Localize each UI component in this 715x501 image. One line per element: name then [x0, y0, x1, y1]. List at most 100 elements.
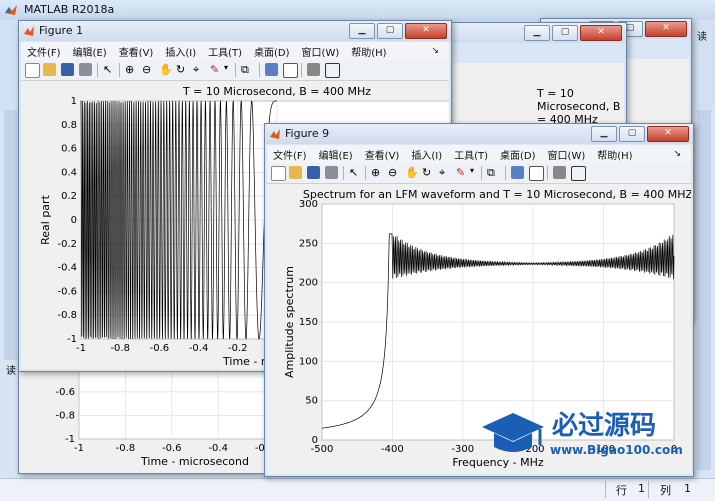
- minimize-button[interactable]: ▁: [591, 126, 617, 142]
- row-value: 1: [638, 482, 645, 495]
- save-icon[interactable]: [61, 63, 74, 76]
- colorbar-icon[interactable]: [265, 63, 278, 76]
- minimize-button[interactable]: ▁: [524, 25, 550, 41]
- status-bar: 行 1 列 1: [0, 478, 715, 501]
- menu-desktop[interactable]: 桌面(D): [494, 145, 542, 162]
- hide-tools-icon[interactable]: [553, 166, 566, 179]
- menu-help[interactable]: 帮助(H): [345, 42, 392, 59]
- menu-window[interactable]: 窗口(W): [296, 42, 346, 59]
- edit-plot-icon[interactable]: ↖: [349, 166, 362, 179]
- new-figure-icon[interactable]: [25, 63, 40, 78]
- y-tick-label: -1: [67, 334, 77, 345]
- figure-icon: [270, 129, 280, 139]
- y-tick-label: 100: [299, 356, 318, 367]
- col-label: 列: [660, 484, 671, 497]
- print-icon[interactable]: [79, 63, 92, 76]
- hide-tools-icon[interactable]: [307, 63, 320, 76]
- figure-icon: [24, 26, 34, 36]
- y-axis-label: Real part: [39, 194, 52, 244]
- figure1-title-bar[interactable]: Figure 1 ▁ ▢ ✕: [19, 21, 451, 41]
- save-icon[interactable]: [307, 166, 320, 179]
- x-tick-label: -0.4: [208, 443, 228, 454]
- menu-help[interactable]: 帮助(H): [591, 145, 638, 162]
- menu-desktop[interactable]: 桌面(D): [248, 42, 296, 59]
- menu-file[interactable]: 文件(F): [267, 145, 313, 162]
- menu-file[interactable]: 文件(F): [21, 42, 67, 59]
- pan-icon[interactable]: ✋: [159, 63, 173, 76]
- menu-edit[interactable]: 编辑(E): [313, 145, 359, 162]
- data-cursor-icon[interactable]: ⌖: [193, 63, 206, 76]
- menu-insert[interactable]: 插入(I): [159, 42, 202, 59]
- y-tick-label: -0.6: [55, 387, 75, 398]
- zoom-out-icon[interactable]: ⊖: [142, 63, 155, 76]
- minimize-button[interactable]: ▁: [349, 23, 375, 39]
- matlab-title-bar[interactable]: MATLAB R2018a: [0, 0, 715, 20]
- open-file-icon[interactable]: [289, 166, 302, 179]
- maximize-button[interactable]: ▢: [619, 126, 645, 142]
- back-plot-title: T = 10 Microsecond, B = 400 MHz: [537, 87, 621, 126]
- y-tick-label: -0.6: [57, 286, 77, 297]
- open-file-icon[interactable]: [43, 63, 56, 76]
- menu-tools[interactable]: 工具(T): [448, 145, 494, 162]
- y-tick-label: 0.8: [61, 120, 77, 131]
- chart-back: -1-0.8-0.6-0.4-0.20-0.4-0.6-0.8-1Time - …: [55, 249, 314, 468]
- link-plot-icon[interactable]: ⧉: [487, 166, 500, 179]
- new-figure-icon[interactable]: [271, 166, 286, 181]
- close-button[interactable]: ✕: [580, 25, 622, 41]
- y-tick-label: -0.8: [57, 310, 77, 321]
- row-label: 行: [616, 484, 627, 497]
- figure9-title-bar[interactable]: Figure 9 ▁ ▢ ✕: [265, 124, 693, 144]
- plot-area: [78, 320, 312, 440]
- rotate-3d-icon[interactable]: ↻: [176, 63, 189, 76]
- zoom-in-icon[interactable]: ⊕: [125, 63, 138, 76]
- print-icon[interactable]: [325, 166, 338, 179]
- graduation-cap-icon: [482, 413, 544, 452]
- menu-tools[interactable]: 工具(T): [202, 42, 248, 59]
- close-button[interactable]: ✕: [647, 126, 689, 142]
- chart-title: Spectrum for an LFM waveform and T = 10 …: [303, 188, 691, 201]
- x-tick-label: -0.6: [162, 443, 182, 454]
- menu-view[interactable]: 查看(V): [359, 145, 406, 162]
- menu-edit[interactable]: 编辑(E): [67, 42, 113, 59]
- menu-insert[interactable]: 插入(I): [405, 145, 448, 162]
- legend-icon[interactable]: [529, 166, 544, 181]
- menubar-dock-icon[interactable]: ↘: [425, 44, 445, 56]
- col-value: 1: [684, 482, 691, 495]
- rotate-3d-icon[interactable]: ↻: [422, 166, 435, 179]
- close-button[interactable]: ✕: [645, 21, 687, 37]
- edit-plot-icon[interactable]: ↖: [103, 63, 116, 76]
- brush-icon[interactable]: ✎: [456, 166, 469, 179]
- x-tick-label: -300: [451, 444, 474, 455]
- figure9-title: Figure 9: [285, 127, 330, 140]
- figure9-menubar: 文件(F) 编辑(E) 查看(V) 插入(I) 工具(T) 桌面(D) 窗口(W) 帮助(H)…: [267, 145, 691, 163]
- brush-icon[interactable]: ✎: [210, 63, 223, 76]
- legend-icon[interactable]: [283, 63, 298, 78]
- menubar-dock-icon[interactable]: ↘: [667, 147, 687, 159]
- colorbar-icon[interactable]: [511, 166, 524, 179]
- pan-icon[interactable]: ✋: [405, 166, 419, 179]
- matlab-logo-icon: [5, 5, 17, 15]
- x-axis-label: Time - microsecond: [140, 455, 249, 468]
- menu-view[interactable]: 查看(V): [113, 42, 160, 59]
- maximize-button[interactable]: ▢: [377, 23, 403, 39]
- x-tick-label: -0.4: [189, 343, 209, 354]
- data-cursor-icon[interactable]: ⌖: [439, 166, 452, 179]
- zoom-in-icon[interactable]: ⊕: [371, 166, 384, 179]
- show-tools-icon[interactable]: [325, 63, 340, 78]
- watermark-text: 必过源码: [552, 411, 657, 441]
- y-tick-label: -1: [65, 434, 75, 445]
- link-plot-icon[interactable]: ⧉: [241, 63, 254, 76]
- maximize-button[interactable]: ▢: [552, 25, 578, 41]
- x-tick-label: -0.2: [228, 343, 248, 354]
- menu-window[interactable]: 窗口(W): [542, 145, 592, 162]
- x-tick-label: -1: [76, 343, 86, 354]
- zoom-out-icon[interactable]: ⊖: [388, 166, 401, 179]
- back-figure-window-2[interactable]: -1-0.8-0.6-0.4-0.20-0.4-0.6-0.8-1Time - …: [18, 249, 314, 474]
- y-tick-label: -0.4: [57, 263, 77, 274]
- show-tools-icon[interactable]: [571, 166, 586, 181]
- matlab-title: MATLAB R2018a: [24, 3, 115, 16]
- close-button[interactable]: ✕: [405, 23, 447, 39]
- watermark-url: www.Bigao100.com: [550, 443, 683, 457]
- figure1-toolbar: ↖ ⊕ ⊖ ✋ ↻ ⌖ ✎ ▾ ⧉: [21, 60, 449, 81]
- figure9-toolbar: ↖ ⊕ ⊖ ✋ ↻ ⌖ ✎ ▾ ⧉: [267, 163, 691, 184]
